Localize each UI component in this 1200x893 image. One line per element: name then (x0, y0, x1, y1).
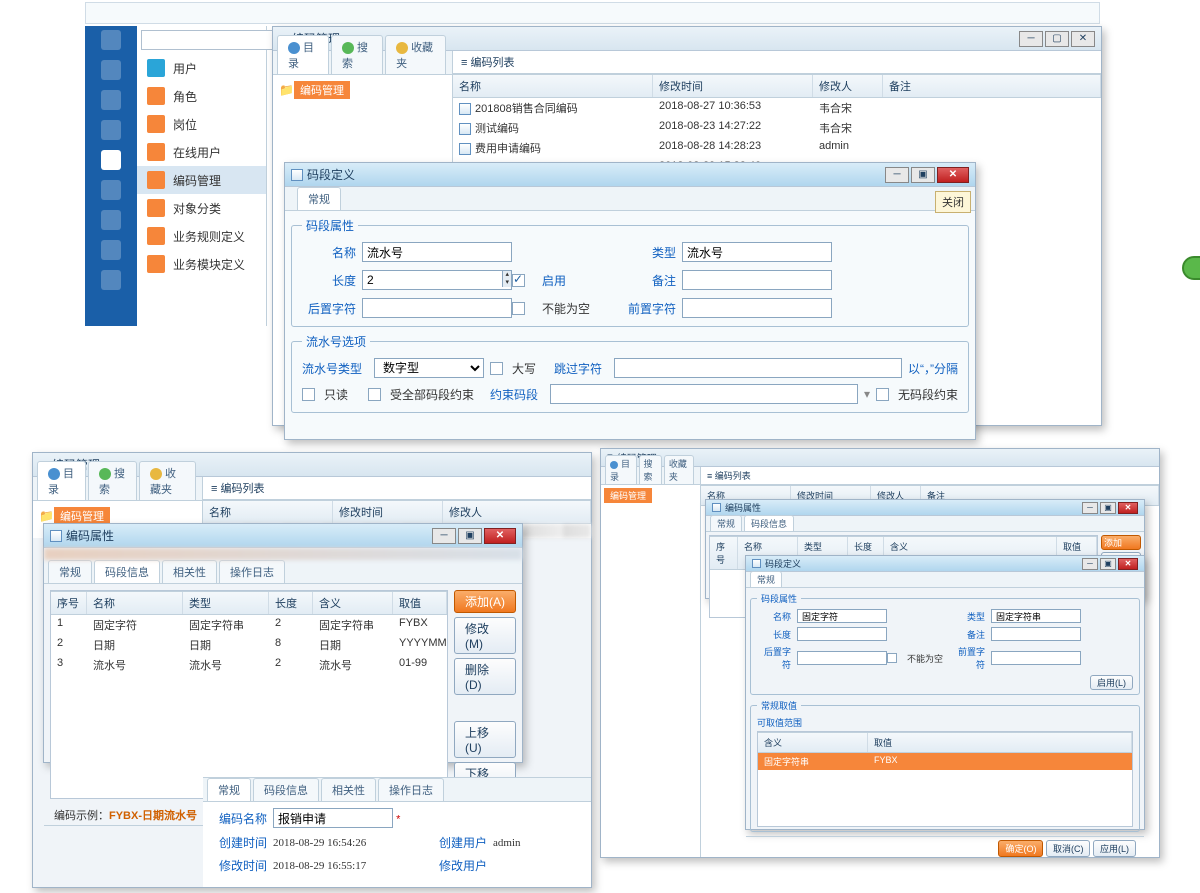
window-coding-mgmt-2: ≡编码管理 目录 搜索 收藏夹 📁编码管理 ≡ 编码列表 名称 修改时间 修改人… (32, 452, 592, 888)
input-length[interactable] (362, 270, 512, 290)
chk-upper[interactable] (490, 362, 503, 375)
table-row[interactable]: 固定字符串 FYBX (758, 753, 1132, 770)
table-row[interactable]: 测试编码2018-08-23 14:27:22韦合宋 (453, 118, 1101, 138)
nav-post[interactable]: 岗位 (137, 110, 266, 138)
chk-enable[interactable] (512, 274, 525, 287)
win-close-icon[interactable]: ✕ (1071, 31, 1095, 47)
rail-icon[interactable] (101, 90, 121, 110)
rail-icon[interactable] (101, 240, 121, 260)
app-icon (291, 169, 303, 181)
chk-no-constraint[interactable] (876, 388, 889, 401)
select-serial-type[interactable]: 数字型 (374, 358, 484, 378)
rail-icon[interactable] (101, 270, 121, 290)
tab-log[interactable]: 操作日志 (378, 778, 444, 801)
dialog-segment-def: 码段定义 ─ ▣ ✕ 关闭 常规 码段属性 名称 类型 长度 启用 备注 (284, 162, 976, 440)
tab-general[interactable]: 常规 (48, 560, 92, 583)
win-close-icon[interactable]: ✕ (937, 167, 969, 183)
table-row[interactable]: 3流水号流水号2流水号01-99 (51, 655, 447, 675)
window-coding-mgmt-3: ≡编码管理 目录 搜索 收藏夹 编码管理 ≡ 编码列表 名称 修改时间 修改人 … (600, 448, 1160, 858)
tab-general[interactable]: 常规 (297, 187, 341, 210)
nav-role[interactable]: 角色 (137, 82, 266, 110)
tab-seginfo[interactable]: 码段信息 (253, 778, 319, 801)
nav-online[interactable]: 在线用户 (137, 138, 266, 166)
tab-dir[interactable]: 目录 (37, 461, 86, 500)
win-min-icon[interactable]: ─ (432, 528, 456, 544)
dialog-code-props: 编码属性 ─ ▣ ✕ 常规 码段信息 相关性 操作日志 序号 名称 类型 长度 … (43, 523, 523, 763)
tab-rel[interactable]: 相关性 (321, 778, 376, 801)
help-bubble-icon[interactable] (1182, 256, 1200, 280)
nav-bizmod[interactable]: 业务模块定义 (137, 250, 266, 278)
tab-rel[interactable]: 相关性 (162, 560, 217, 583)
nav-objclass[interactable]: 对象分类 (137, 194, 266, 222)
dialog-segment-def-small: 码段定义 ─ ▣ ✕ 常规 码段属性 名称 类型 长度 (745, 555, 1145, 830)
rail-icon[interactable] (101, 120, 121, 140)
input-name[interactable] (362, 242, 512, 262)
rail-icon[interactable] (101, 210, 121, 230)
dialog-title: 码段定义 (307, 166, 355, 183)
chk-readonly[interactable] (302, 388, 315, 401)
win-max-icon[interactable]: ▣ (458, 528, 482, 544)
input-type[interactable] (682, 242, 832, 262)
table-row[interactable]: 费用申请编码2018-08-28 14:28:23admin (453, 138, 1101, 158)
input-skip[interactable] (614, 358, 902, 378)
tab-general[interactable]: 常规 (207, 778, 251, 801)
group-serial-opts: 流水号选项 流水号类型 数字型 大写 跳过字符 以“，”分隔 只读 受全部码段约… (291, 333, 969, 413)
rail-icon[interactable] (101, 180, 121, 200)
table-row[interactable]: 1固定字符固定字符串2固定字符串FYBX (51, 615, 447, 635)
table-row[interactable]: 2日期日期8日期YYYYMM (51, 635, 447, 655)
input-suffix[interactable] (362, 298, 512, 318)
rail-icon[interactable] (101, 150, 121, 170)
nav-user[interactable]: 用户 (137, 54, 266, 82)
tab-search[interactable]: 搜索 (639, 455, 662, 484)
input-code-name[interactable] (273, 808, 393, 828)
group-seg-attr: 码段属性 名称 类型 长度 启用 备注 后置字符 不能为空 前置字符 (291, 217, 969, 327)
input-note[interactable] (682, 270, 832, 290)
rail-icon[interactable] (101, 60, 121, 80)
tab-log[interactable]: 操作日志 (219, 560, 285, 583)
tab-search[interactable]: 搜索 (88, 461, 137, 500)
close-hint[interactable]: 关闭 (935, 191, 971, 213)
win-close-icon[interactable]: ✕ (484, 528, 516, 544)
input-constraint-seg[interactable] (550, 384, 858, 404)
tab-fav[interactable]: 收藏夹 (139, 461, 196, 500)
win-max-icon[interactable]: ▣ (911, 167, 935, 183)
tab-search[interactable]: 搜索 (331, 35, 383, 74)
tab-dir[interactable]: 目录 (605, 455, 637, 484)
chk-notnull[interactable] (512, 302, 525, 315)
input-prefix[interactable] (682, 298, 832, 318)
win-max-icon[interactable]: ▢ (1045, 31, 1069, 47)
win-min-icon[interactable]: ─ (885, 167, 909, 183)
app-icon (50, 530, 62, 542)
tab-seginfo[interactable]: 码段信息 (94, 560, 160, 583)
nav-bizrule[interactable]: 业务规则定义 (137, 222, 266, 250)
rail-icon[interactable] (101, 30, 121, 50)
btn-modify[interactable]: 修改(M) (454, 617, 516, 654)
app-rail (85, 26, 137, 326)
tab-fav[interactable]: 收藏夹 (385, 35, 446, 74)
tab-fav[interactable]: 收藏夹 (664, 455, 694, 484)
tree-root[interactable]: 编码管理 (294, 81, 350, 99)
nav-coding[interactable]: 编码管理 (137, 166, 266, 194)
btn-add[interactable]: 添加(A) (454, 590, 516, 613)
win-min-icon[interactable]: ─ (1019, 31, 1043, 47)
nav-panel: 🔍 用户 角色 岗位 在线用户 编码管理 对象分类 业务规则定义 业务模块定义 (137, 26, 267, 326)
table-row[interactable]: 201808销售合同编码2018-08-27 10:36:53韦合宋 (453, 98, 1101, 118)
btn-delete[interactable]: 删除(D) (454, 658, 516, 695)
btn-up[interactable]: 上移(U) (454, 721, 516, 758)
chk-all-constraint[interactable] (368, 388, 381, 401)
tab-dir[interactable]: 目录 (277, 35, 329, 74)
